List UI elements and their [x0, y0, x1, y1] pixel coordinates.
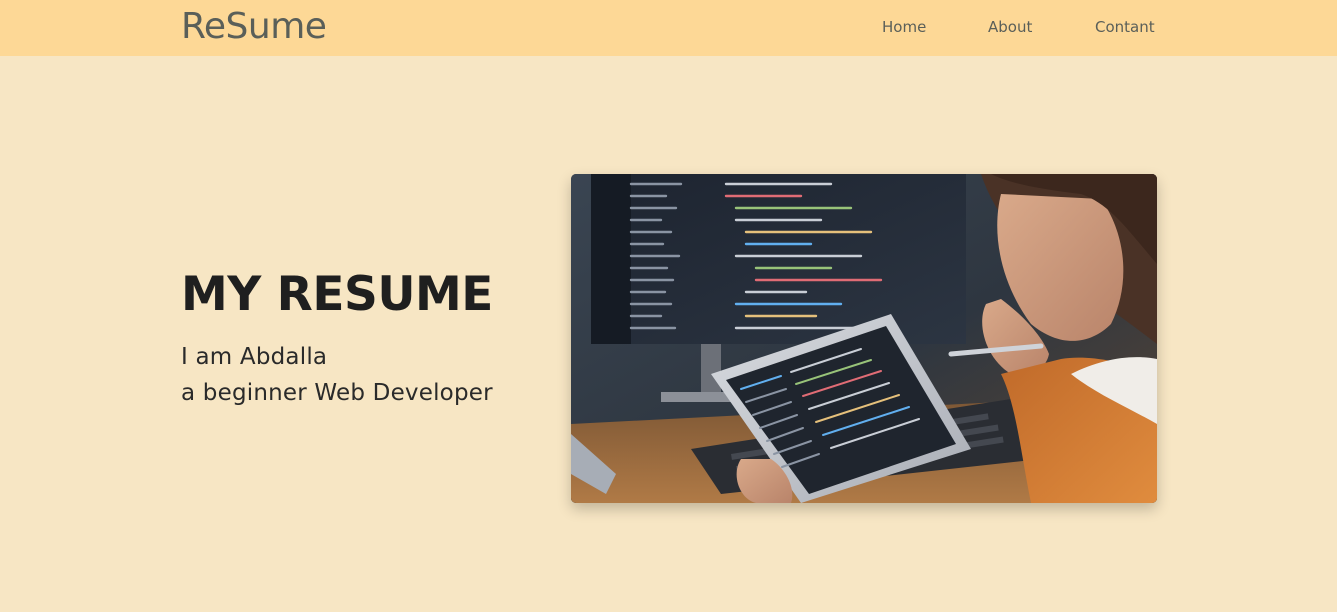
hero-title: MY RESUME [181, 267, 493, 322]
nav-links: Home About Contant [0, 17, 1337, 37]
nav-link-contact[interactable]: Contant [1095, 17, 1155, 37]
nav-link-home[interactable]: Home [882, 17, 926, 37]
developer-photo-illustration [571, 174, 1157, 503]
hero-intro-role: a beginner Web Developer [181, 380, 493, 406]
hero-intro-name: I am Abdalla [181, 344, 328, 370]
navbar: ReSume Home About Contant [0, 0, 1337, 56]
nav-link-about[interactable]: About [988, 17, 1032, 37]
hero-photo [571, 174, 1157, 503]
